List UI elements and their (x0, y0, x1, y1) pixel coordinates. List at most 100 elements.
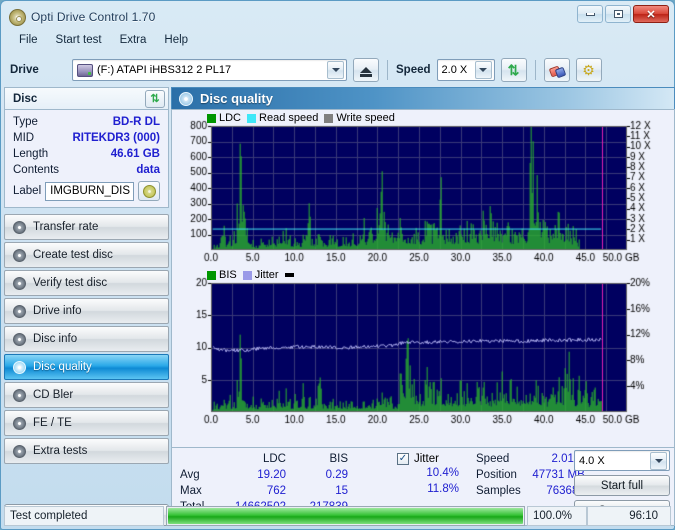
settings-button[interactable]: ⚙ (575, 58, 602, 82)
status-message: Test completed (4, 506, 164, 526)
content-area: Disc quality LDC Read speed Write speed … (169, 87, 675, 526)
sidebar-item-label: CD Bler (33, 389, 74, 401)
sidebar-item-disc-quality[interactable]: Disc quality (4, 354, 169, 380)
disc-icon (13, 388, 26, 402)
cd-icon (142, 184, 156, 198)
stats-header-row: LDC BIS (176, 451, 352, 467)
minimize-button[interactable] (577, 5, 603, 23)
bis-jitter-chart: BIS Jitter (175, 269, 671, 429)
disc-label-label: Label (13, 185, 42, 197)
chevron-down-icon (327, 61, 344, 79)
legend-label: BIS (219, 269, 237, 281)
bis-avg-value: 0.29 (325, 469, 348, 481)
legend-label: LDC (219, 112, 242, 124)
disc-icon (13, 332, 26, 346)
jitter-max-value: 11.8% (427, 483, 459, 495)
table-row: Position 47731 MB (472, 467, 589, 483)
disc-icon (13, 220, 26, 234)
app-window: Opti Drive Control 1.70 ✕ File Start tes… (0, 0, 675, 530)
sidebar-item-cd-bler[interactable]: CD Bler (4, 382, 169, 408)
progress-bar-fill (168, 508, 523, 524)
sidebar-item-create-test-disc[interactable]: Create test disc (4, 242, 169, 268)
sidebar-item-label: Verify test disc (33, 277, 108, 289)
legend-bis: BIS (207, 269, 237, 281)
close-button[interactable]: ✕ (633, 5, 669, 23)
menu-item-start-test[interactable]: Start test (47, 32, 111, 48)
jitter-checkbox[interactable]: ✓ (397, 453, 409, 465)
drive-select[interactable]: (F:) ATAPI iHBS312 2 PL17 (72, 59, 347, 81)
minimize-icon (585, 12, 595, 16)
drive-icon (77, 63, 93, 77)
disc-label-button[interactable] (138, 181, 160, 201)
menu-item-file[interactable]: File (10, 32, 47, 48)
sidebar-item-fe-te[interactable]: FE / TE (4, 410, 169, 436)
menu-bar: File Start test Extra Help (4, 30, 671, 50)
ldc-max-value: 762 (266, 485, 286, 497)
app-icon (9, 8, 26, 26)
disc-icon (13, 248, 26, 262)
sidebar-item-transfer-rate[interactable]: Transfer rate (4, 214, 169, 240)
disc-row-mid: MID RITEKDR3 (000) (13, 130, 160, 146)
disc-mid-label: MID (13, 132, 35, 144)
content-title: Disc quality (200, 91, 273, 106)
stats-col-bis: BIS (329, 453, 348, 465)
legend-read-speed: Read speed (247, 112, 318, 124)
drive-label: Drive (10, 64, 39, 76)
elapsed-time: 96:10 (587, 506, 671, 526)
test-speed-value: 4.0 X (579, 454, 605, 467)
disc-row-type: Type BD-R DL (13, 114, 160, 130)
window-title: Opti Drive Control 1.70 (31, 10, 156, 24)
bis-max-value: 15 (335, 485, 348, 497)
eject-button[interactable] (353, 58, 379, 82)
disc-label-input[interactable]: IMGBURN_DIS (45, 181, 134, 201)
stats-row-avg: Avg (180, 469, 200, 481)
start-full-button[interactable]: Start full (574, 475, 670, 496)
chevron-down-icon (474, 61, 492, 79)
content-header: Disc quality (171, 87, 675, 109)
disc-refresh-button[interactable]: ⇅ (145, 89, 165, 108)
sidebar-item-extra-tests[interactable]: Extra tests (4, 438, 169, 464)
legend-label: Jitter (254, 269, 279, 281)
menu-item-help[interactable]: Help (155, 32, 197, 48)
disc-icon (13, 276, 26, 290)
sidebar-item-verify-test-disc[interactable]: Verify test disc (4, 270, 169, 296)
bis-chart-canvas[interactable] (175, 269, 671, 429)
disc-label-row: Label IMGBURN_DIS (13, 181, 160, 201)
disc-quality-icon (179, 91, 193, 106)
erase-button[interactable] (543, 58, 570, 82)
drive-status-table: Speed 2.01 X Position 47731 MB Samples 7… (472, 451, 589, 499)
ldc-avg-value: 19.20 (257, 469, 286, 481)
ldc-chart-canvas[interactable] (175, 112, 671, 267)
table-row: Samples 763683 (472, 483, 589, 499)
legend-jitter: Jitter (242, 269, 279, 281)
maximize-button[interactable] (605, 5, 631, 23)
disc-type-label: Type (13, 116, 38, 128)
toolbar-divider-2 (534, 60, 536, 80)
jitter-label: Jitter (414, 453, 439, 465)
refresh-button[interactable]: ⇅ (500, 58, 527, 82)
disc-length-value: 46.61 GB (110, 148, 160, 160)
jitter-avg-value: 10.4% (426, 467, 459, 479)
sidebar-item-disc-info[interactable]: Disc info (4, 326, 169, 352)
legend-ldc: LDC (207, 112, 241, 124)
legend-extra-marker (284, 273, 294, 277)
window-controls: ✕ (577, 5, 669, 23)
main-body: Disc ⇅ Type BD-R DL MID RITEKDR3 (000) L… (4, 87, 675, 526)
maximize-icon (613, 10, 623, 18)
disc-panel-header: Disc ⇅ (4, 87, 169, 109)
disc-mid-value: RITEKDR3 (000) (72, 132, 160, 144)
sidebar-item-label: Transfer rate (33, 221, 99, 233)
gear-icon: ⚙ (582, 62, 595, 78)
charts-panel: LDC Read speed Write speed BIS Jitter (171, 109, 675, 448)
chevron-down-icon (650, 451, 667, 470)
sidebar-item-drive-info[interactable]: Drive info (4, 298, 169, 324)
speed-select[interactable]: 2.0 X (436, 59, 495, 81)
menu-item-extra[interactable]: Extra (111, 32, 156, 48)
test-speed-select[interactable]: 4.0 X (574, 450, 670, 471)
ldc-chart-legend: LDC Read speed Write speed (207, 112, 395, 124)
eject-icon (360, 67, 372, 77)
legend-label: Write speed (336, 112, 395, 124)
stats-col-ldc: LDC (262, 453, 286, 465)
disc-contents-value: data (136, 164, 160, 176)
speed-label: Speed (396, 64, 431, 76)
